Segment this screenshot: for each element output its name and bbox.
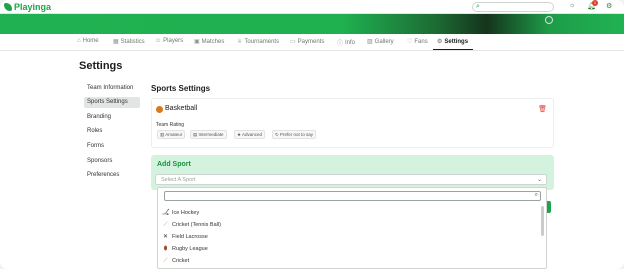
- sport-card: Basketball 🗑︎ Team Rating ▥ Amateur ▤ In…: [151, 98, 554, 148]
- tab-info[interactable]: ⓘ Info: [337, 38, 356, 48]
- gallery-icon: ▨: [367, 39, 373, 45]
- header-banner: [0, 14, 624, 34]
- rating-option-intermediate[interactable]: ▤ Intermediate: [190, 130, 227, 139]
- option-label: Cricket: [172, 258, 190, 264]
- sidebar-item-sponsors[interactable]: Sponsors: [84, 156, 140, 167]
- tab-fans[interactable]: ♡ Fans: [407, 38, 428, 46]
- select-placeholder: Select A Sport: [161, 177, 196, 183]
- tab-label: Statistics: [120, 38, 145, 45]
- global-search-input[interactable]: ⌕: [472, 2, 554, 12]
- rating-label: Prefer not to say: [280, 132, 314, 137]
- sidebar-item-branding[interactable]: Branding: [84, 112, 140, 123]
- search-icon: ⌕: [476, 3, 480, 10]
- tab-label: Payments: [297, 38, 325, 45]
- tab-payments[interactable]: ▭ Payments: [290, 38, 325, 46]
- tab-settings[interactable]: ⚙ Settings: [437, 38, 469, 46]
- info-icon: ⓘ: [337, 41, 344, 47]
- cricket-bat-icon: ⟋: [163, 222, 168, 228]
- matches-icon: ▣: [194, 39, 200, 45]
- sport-dropdown: ⌕ 🏒︎ Ice Hockey ⟋ Cricket (Tennis Ball) ✕ F…: [157, 187, 547, 269]
- option-label: Ice Hockey: [172, 210, 200, 216]
- tab-label: Settings: [444, 38, 469, 45]
- option-field-lacrosse[interactable]: ✕ Field Lacrosse: [162, 231, 540, 243]
- tab-tournaments[interactable]: ♕ Tournaments: [237, 38, 280, 46]
- tab-label: Tournaments: [244, 38, 280, 45]
- hockey-icon: 🏒︎: [162, 210, 170, 216]
- option-label: Field Lacrosse: [172, 234, 208, 240]
- logo-icon: [4, 3, 12, 11]
- rating-option-prefer-not-to-say[interactable]: ↻ Prefer not to say: [272, 130, 317, 139]
- tab-matches[interactable]: ▣ Matches: [194, 38, 225, 46]
- add-sport-panel: Add Sport Select A Sport ⌄: [151, 155, 554, 190]
- rating-option-advanced[interactable]: ★ Advanced: [234, 130, 266, 139]
- dropdown-search-input[interactable]: ⌕: [164, 191, 541, 201]
- top-bar: Playinga ⌕ ☼ 🔔︎ 1 ⚙: [0, 0, 624, 14]
- option-label: Rugby League: [172, 246, 208, 252]
- lacrosse-icon: ✕: [162, 234, 169, 240]
- tab-label: Gallery: [374, 38, 394, 45]
- basketball-icon: [156, 106, 163, 113]
- chevron-down-icon: ⌄: [536, 177, 542, 183]
- tab-label: Info: [345, 39, 356, 46]
- trash-icon[interactable]: 🗑︎: [538, 105, 547, 113]
- sidebar-item-preferences[interactable]: Preferences: [84, 170, 140, 181]
- option-label: Cricket (Tennis Ball): [172, 222, 221, 228]
- team-rating-label: Team Rating: [156, 122, 185, 128]
- option-rugby-league[interactable]: ⬮ Rugby League: [162, 243, 540, 255]
- sidebar-item-roles[interactable]: Roles: [84, 126, 140, 137]
- sun-icon[interactable]: ☼: [569, 2, 575, 9]
- tab-label: Fans: [414, 38, 428, 45]
- payment-icon: ▭: [290, 39, 296, 45]
- notification-badge: 1: [592, 0, 598, 6]
- sidebar-item-sports-settings[interactable]: Sports Settings: [84, 97, 140, 108]
- option-ice-hockey[interactable]: 🏒︎ Ice Hockey: [162, 207, 540, 219]
- section-title: Sports Settings: [151, 84, 211, 93]
- rating-option-amateur[interactable]: ▥ Amateur: [157, 130, 186, 139]
- settings-icon[interactable]: ⚙: [606, 2, 612, 10]
- tab-players[interactable]: ☺ Players: [155, 38, 183, 44]
- tab-gallery[interactable]: ▨ Gallery: [367, 38, 394, 46]
- rugby-ball-icon: ⬮: [163, 246, 168, 252]
- brand-logo[interactable]: Playinga: [4, 2, 51, 12]
- rating-label: Amateur: [165, 132, 183, 137]
- rating-label: Advanced: [242, 132, 263, 137]
- tab-label: Matches: [201, 38, 225, 45]
- active-tab-indicator: [433, 49, 473, 50]
- page-title: Settings: [79, 60, 123, 72]
- option-cricket[interactable]: ⟋ Cricket: [162, 255, 540, 267]
- tab-label: Players: [163, 38, 184, 44]
- rating-label: Intermediate: [198, 132, 224, 137]
- stats-icon: ▦: [113, 39, 119, 45]
- cricket-bat-icon: ⟋: [163, 258, 168, 264]
- tab-home[interactable]: ⌂ Home: [77, 38, 99, 44]
- main-nav: ⌂ Home ▦ Statistics ☺ Players ▣ Matches ♕ Tou…: [0, 34, 624, 51]
- sidebar-item-team-information[interactable]: Team Information: [84, 83, 140, 94]
- dropdown-scrollbar[interactable]: [541, 206, 544, 236]
- brand-name: Playinga: [14, 2, 52, 12]
- players-icon: ☺: [155, 38, 162, 44]
- globe-icon[interactable]: [545, 16, 553, 24]
- trophy-icon: ♕: [237, 39, 243, 45]
- gear-icon: ⚙: [437, 39, 443, 45]
- sport-select[interactable]: Select A Sport ⌄: [155, 174, 547, 185]
- app-window: Playinga ⌕ ☼ 🔔︎ 1 ⚙ ⌂ Home ▦ Statistics ☺ P…: [0, 0, 624, 269]
- home-icon: ⌂: [77, 38, 81, 44]
- sport-name: Basketball: [165, 105, 198, 112]
- tab-statistics[interactable]: ▦ Statistics: [113, 38, 145, 46]
- option-cricket-tennis-ball[interactable]: ⟋ Cricket (Tennis Ball): [162, 219, 540, 231]
- sidebar-item-forms[interactable]: Forms: [84, 141, 140, 152]
- search-icon: ⌕: [534, 192, 538, 198]
- fans-icon: ♡: [407, 39, 413, 45]
- add-sport-title: Add Sport: [157, 161, 191, 168]
- tab-label: Home: [82, 38, 99, 44]
